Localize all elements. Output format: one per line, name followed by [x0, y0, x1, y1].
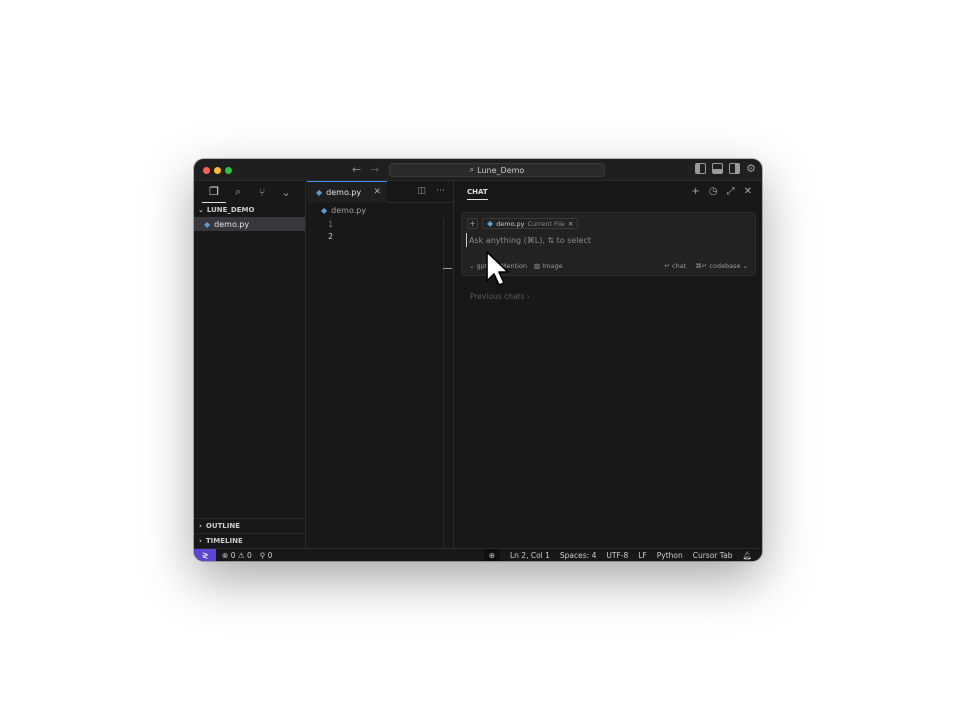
file-name: demo.py [214, 219, 250, 229]
ports-indicator[interactable]: ⚲ 0 [260, 551, 273, 560]
cursor-tab-status[interactable]: Cursor Tab [693, 551, 733, 560]
indentation[interactable]: Spaces: 4 [560, 551, 596, 560]
code-line[interactable]: 1 [307, 218, 453, 230]
editor-scrollbar[interactable] [443, 218, 453, 548]
file-item-demo-py[interactable]: ◆ demo.py [194, 217, 305, 231]
code-line[interactable]: 2 [307, 230, 453, 242]
expand-icon[interactable]: ⤢ [727, 186, 735, 197]
context-pill[interactable]: ◆ demo.py Current File ✕ [482, 218, 579, 229]
context-row: + ◆ demo.py Current File ✕ [467, 218, 579, 229]
chat-panel: CHAT + ◷ ⤢ ✕ + ◆ demo.py Current File ✕ … [455, 181, 762, 548]
chevron-right-icon: › [526, 292, 530, 301]
toggle-primary-sidebar-icon[interactable] [695, 163, 707, 174]
chat-options-left: ⌄ gpt @Mention ▨ Image [469, 262, 563, 270]
gear-icon[interactable]: ⚙ [746, 163, 756, 174]
error-icon: ⊗ [222, 550, 229, 560]
code-editor: ◆ demo.py ✕ ◫ ⋯ ◆ demo.py 1 2 [307, 180, 454, 548]
editor-tab-bar: ◆ demo.py ✕ ◫ ⋯ [307, 180, 453, 203]
breadcrumb: ◆ demo.py [307, 203, 453, 218]
workspace-name: Lune_Demo [477, 165, 525, 175]
history-icon[interactable]: ◷ [709, 186, 718, 197]
model-selector[interactable]: ⌄ gpt [469, 262, 487, 270]
chevron-down-icon: ⌄ [469, 262, 477, 270]
python-file-icon: ◆ [316, 187, 323, 197]
plus-icon[interactable]: + [691, 186, 699, 197]
add-context-button[interactable]: + [467, 218, 478, 229]
toggle-panel-icon[interactable] [712, 163, 724, 174]
remote-indicator-icon[interactable]: ≷ [194, 548, 216, 561]
command-center-search[interactable]: ⌕ Lune_Demo [389, 163, 605, 177]
status-bar: ≷ ⊗ 0 ⚠ 0 ⚲ 0 ⊕ Ln 2, Col 1 Spaces: 4 UT… [194, 548, 762, 561]
zoom-icon[interactable]: ⊕ [483, 549, 500, 561]
chevron-down-icon: ⌄ [198, 206, 204, 214]
arrow-right-icon[interactable]: → [370, 163, 379, 176]
tab-demo-py[interactable]: ◆ demo.py ✕ [307, 180, 387, 203]
title-bar: ← → ⌕ Lune_Demo ⚙ [194, 159, 762, 181]
maximize-window-button[interactable] [225, 167, 232, 174]
encoding[interactable]: UTF-8 [606, 551, 628, 560]
broadcast-icon: ⚲ [259, 550, 266, 560]
minimize-window-button[interactable] [214, 167, 221, 174]
close-icon[interactable]: ✕ [373, 187, 381, 197]
language-mode[interactable]: Python [657, 551, 683, 560]
close-icon[interactable]: ✕ [744, 186, 752, 197]
end-of-line[interactable]: LF [638, 551, 647, 560]
editor-actions: ◫ ⋯ [417, 186, 445, 196]
chevron-right-icon: › [199, 522, 202, 530]
chat-header: CHAT + ◷ ⤢ ✕ [455, 181, 762, 205]
image-button[interactable]: ▨ Image [534, 262, 563, 270]
chat-actions: + ◷ ⤢ ✕ [691, 186, 752, 197]
chevron-right-icon: › [199, 537, 202, 545]
sidebar: ❐ ⌕ ⑂ ⌄ ⌄ LUNE_DEMO ◆ demo.py › OUTLINE … [194, 181, 306, 548]
outline-section[interactable]: › OUTLINE [194, 518, 305, 533]
toggle-secondary-sidebar-icon[interactable] [729, 163, 741, 174]
close-window-button[interactable] [203, 167, 210, 174]
close-icon[interactable]: ✕ [568, 220, 573, 228]
python-file-icon: ◆ [487, 219, 494, 228]
send-codebase-button[interactable]: ⌘↵ codebase ⌄ [695, 262, 748, 270]
breadcrumb-file[interactable]: demo.py [331, 206, 366, 215]
chat-options-right: ↵ chat ⌘↵ codebase ⌄ [665, 262, 748, 270]
chevron-down-icon: ⌄ [742, 262, 748, 270]
cursor-position[interactable]: Ln 2, Col 1 [510, 551, 550, 560]
chat-input[interactable] [466, 233, 736, 247]
mouse-pointer-icon [486, 251, 509, 286]
python-file-icon: ◆ [321, 206, 328, 215]
project-name: LUNE_DEMO [206, 206, 255, 214]
image-icon: ▨ [534, 262, 543, 270]
chat-tab-title[interactable]: CHAT [467, 188, 488, 200]
source-control-icon[interactable]: ⑂ [250, 181, 274, 203]
explorer-project-header[interactable]: ⌄ LUNE_DEMO [194, 203, 305, 217]
scroll-cursor-marker [443, 268, 452, 269]
arrow-left-icon[interactable]: ← [352, 163, 361, 176]
python-file-icon: ◆ [204, 219, 211, 229]
layout-controls: ⚙ [695, 163, 756, 174]
search-icon: ⌕ [469, 165, 475, 174]
sidebar-sections: › OUTLINE › TIMELINE [194, 518, 305, 548]
split-editor-icon[interactable]: ◫ [417, 186, 426, 196]
previous-chats-link[interactable]: Previous chats › [470, 292, 530, 301]
line-number: 1 [328, 219, 333, 229]
tab-label: demo.py [326, 187, 362, 197]
files-icon[interactable]: ❐ [202, 181, 226, 203]
more-actions-icon[interactable]: ⋯ [436, 186, 445, 196]
status-right: ⊕ Ln 2, Col 1 Spaces: 4 UTF-8 LF Python … [483, 549, 752, 561]
bell-icon[interactable]: 🔔︎ [742, 551, 752, 560]
status-left: ⊗ 0 ⚠ 0 ⚲ 0 [222, 551, 272, 560]
line-number: 2 [328, 231, 333, 241]
warning-icon: ⚠ [237, 550, 245, 560]
search-icon[interactable]: ⌕ [226, 181, 250, 203]
send-chat-button[interactable]: ↵ chat [665, 262, 687, 270]
chevron-down-icon[interactable]: ⌄ [274, 181, 298, 203]
activity-bar: ❐ ⌕ ⑂ ⌄ [194, 181, 305, 203]
timeline-section[interactable]: › TIMELINE [194, 533, 305, 548]
editor-window: ← → ⌕ Lune_Demo ⚙ ❐ ⌕ ⑂ ⌄ ⌄ LUNE_DEMO ◆ … [194, 159, 762, 561]
problems-indicator[interactable]: ⊗ 0 ⚠ 0 [222, 551, 252, 560]
